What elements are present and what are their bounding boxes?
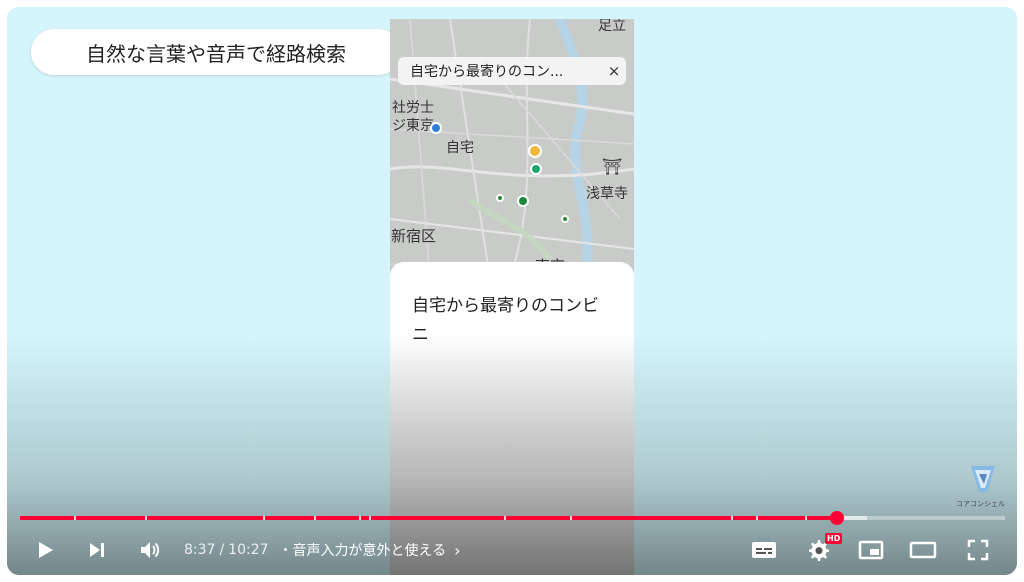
subtitles-button[interactable] [747,530,781,570]
play-icon [39,542,53,558]
chapter-marker [263,516,265,520]
chapter-title: 音声入力が意外と使える [292,543,447,559]
chapter-marker [314,516,316,520]
chapter-marker [369,516,371,520]
search-chip-text: 自宅から最寄りのコン... [410,64,564,80]
close-icon[interactable]: × [602,62,626,80]
home-pin-icon[interactable] [430,122,442,134]
time-display: 8:37 / 10:27 ・ 音声入力が意外と使える › [184,530,461,570]
phone-screen: 足立 社労士 ジ東京 自宅 ⛩ 浅草寺 新宿区 東京 自宅から最寄りのコン...… [390,19,634,575]
map-label-adachi: 足立 [598,19,626,34]
map-dot-icon [561,215,569,223]
fullscreen-button[interactable] [961,530,995,570]
duration: 10:27 [228,542,269,558]
map-view: 足立 社労士 ジ東京 自宅 ⛩ 浅草寺 新宿区 東京 自宅から最寄りのコン...… [390,19,634,279]
map-label-tokyo: ジ東京 [392,118,434,134]
play-button[interactable] [29,530,61,570]
miniplayer-button[interactable] [854,530,888,570]
volume-icon [141,542,160,558]
caption-text: 自然な言葉や音声で経路検索 [86,41,346,66]
search-chip[interactable]: 自宅から最寄りのコン... × [398,57,626,85]
query-text: 自宅から最寄りのコンビニ [412,296,599,345]
chevron-right-icon: › [454,540,461,560]
bottom-sheet: 自宅から最寄りのコンビニ [390,262,634,575]
chapter-marker [805,516,807,520]
park-pin-icon[interactable] [517,195,529,207]
video-player[interactable]: 自然な言葉や音声で経路検索 足立 社労士 ジ東京 自宅 ⛩ 浅草寺 新宿区 自宅… [7,7,1017,575]
hd-badge: HD [825,533,843,544]
next-icon [90,543,104,557]
progress-bar[interactable] [20,511,1005,525]
progress-played [20,516,837,520]
theater-mode-icon [909,541,937,559]
map-label-asakusa: 浅草寺 [586,186,628,202]
location-pin-icon[interactable] [528,144,542,158]
player-controls: 8:37 / 10:27 ・ 音声入力が意外と使える › HD [7,530,1017,570]
chapter-marker [570,516,572,520]
current-time: 8:37 [184,542,216,558]
channel-logo-text: コアコンシェル [956,500,1005,508]
time-separator: / [219,542,225,558]
store-pin-icon[interactable] [530,163,542,175]
caption-pill: 自然な言葉や音声で経路検索 [31,29,401,75]
temple-icon: ⛩ [602,157,623,176]
chapter-title-link[interactable]: ・ 音声入力が意外と使える › [279,540,461,560]
next-button[interactable] [81,530,113,570]
map-label-shinjuku: 新宿区 [391,227,437,245]
map-label-home: 自宅 [446,140,474,156]
chapter-marker [359,516,361,520]
chapter-marker [504,516,506,520]
map-dot-icon [496,194,504,202]
theater-mode-button[interactable] [906,530,940,570]
chapter-marker [756,516,758,520]
chapter-marker [145,516,147,520]
chapter-bullet: ・ [278,543,293,559]
volume-button[interactable] [134,530,166,570]
subtitles-icon [752,542,776,558]
scrubber-handle[interactable] [829,511,844,525]
miniplayer-icon [858,540,884,560]
fullscreen-icon [967,539,989,561]
map-label-shibou: 社労士 [392,100,434,116]
chapter-marker [731,516,733,520]
chapter-marker [74,516,76,520]
